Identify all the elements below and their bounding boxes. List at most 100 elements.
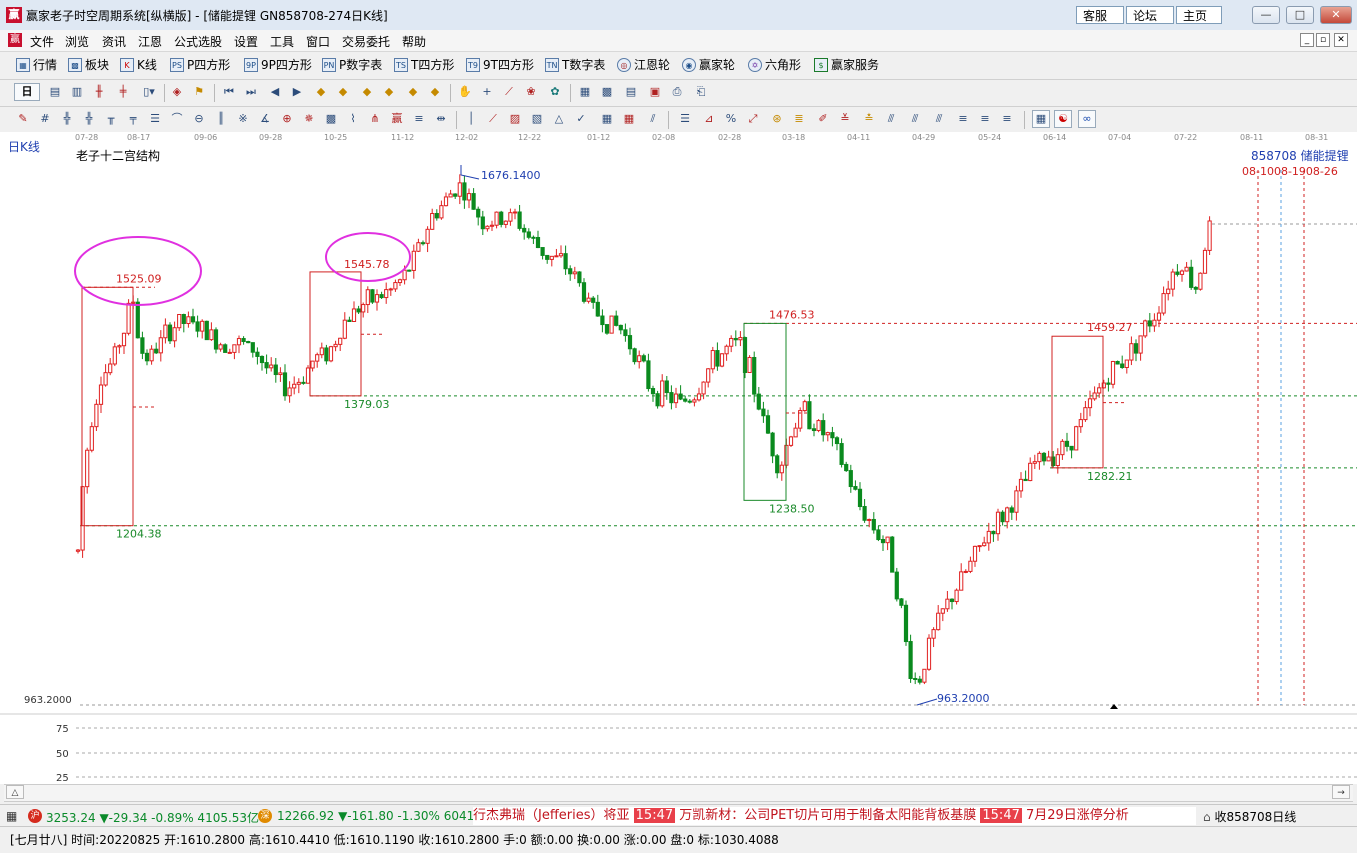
tool-p-table[interactable]: PN P数字表 bbox=[322, 56, 382, 73]
channel-icon[interactable]: ≡ bbox=[410, 110, 428, 128]
square-grid-icon[interactable]: ▩ bbox=[322, 110, 340, 128]
zoom-in-icon[interactable]: ◆ bbox=[312, 83, 330, 101]
calculator-icon[interactable]: ▩ bbox=[598, 83, 616, 101]
forum-link[interactable]: 论坛 bbox=[1126, 6, 1174, 24]
menu-formula-select[interactable]: 公式选股 bbox=[174, 33, 222, 50]
first-bar-icon[interactable]: ⏮ bbox=[220, 83, 238, 101]
shanghai-index-text[interactable]: 3253.24 ▼-29.34 -0.89% 4105.53亿 bbox=[46, 809, 259, 826]
export-icon[interactable]: ⎗ bbox=[692, 83, 710, 101]
tool-kline[interactable]: K K线 bbox=[120, 56, 157, 73]
tool-t-table[interactable]: TN T数字表 bbox=[545, 56, 605, 73]
tool-winner-wheel[interactable]: ◉ 赢家轮 bbox=[682, 56, 735, 73]
grid-toggle-icon[interactable]: ▦ bbox=[1032, 110, 1050, 128]
mdi-restore-button[interactable]: ▫ bbox=[1316, 33, 1330, 47]
menu-trade[interactable]: 交易委托 bbox=[342, 33, 390, 50]
homepage-link[interactable]: 主页 bbox=[1176, 6, 1222, 24]
minimize-button[interactable]: — bbox=[1252, 6, 1280, 24]
zoom-out-icon[interactable]: ◆ bbox=[334, 83, 352, 101]
print-icon[interactable]: ⎙ bbox=[668, 83, 686, 101]
expand-icon[interactable]: ◆ bbox=[404, 83, 422, 101]
wave-icon[interactable]: ⌇ bbox=[344, 110, 362, 128]
chart-icon[interactable]: ▤ bbox=[46, 83, 64, 101]
notes-icon[interactable]: ▤ bbox=[622, 83, 640, 101]
tool-sector[interactable]: ▩ 板块 bbox=[68, 56, 109, 73]
move-up-icon[interactable]: ◆ bbox=[358, 83, 376, 101]
cycle-icon[interactable]: ╤ bbox=[124, 110, 142, 128]
speed-lines-icon[interactable]: ⫻ bbox=[930, 110, 948, 128]
list-icon[interactable]: ☰ bbox=[676, 110, 694, 128]
parallel-lines-icon[interactable]: ⫽ bbox=[644, 110, 662, 128]
document-icon[interactable]: ▥ bbox=[68, 83, 86, 101]
angle-icon[interactable]: ∡ bbox=[256, 110, 274, 128]
gann-lines-icon[interactable]: ⫻ bbox=[906, 110, 924, 128]
menu-help[interactable]: 帮助 bbox=[402, 33, 426, 50]
fib-red-icon[interactable]: ≚ bbox=[836, 110, 854, 128]
tool-winner-service[interactable]: $ 赢家服务 bbox=[814, 56, 879, 73]
steps-icon[interactable]: ≡ bbox=[954, 110, 972, 128]
arc-icon[interactable]: ⌒ bbox=[168, 110, 186, 128]
scroll-right-button[interactable]: → bbox=[1332, 785, 1350, 799]
gold-fib-icon[interactable]: ≛ bbox=[860, 110, 878, 128]
time-zone-icon[interactable]: ╥ bbox=[102, 110, 120, 128]
spiral-icon[interactable]: ※ bbox=[234, 110, 252, 128]
news-ticker[interactable]: 行杰弗瑞（Jefferies）将亚 15:47 万凯新材：公司PET切片可用于制… bbox=[473, 807, 1196, 825]
mdi-minimize-button[interactable]: _ bbox=[1300, 33, 1314, 47]
menu-browse[interactable]: 浏览 bbox=[65, 33, 89, 50]
gold-ratio-icon[interactable]: ⤢ bbox=[744, 110, 762, 128]
menu-window[interactable]: 窗口 bbox=[306, 33, 330, 50]
logo-mark-icon[interactable]: 赢 bbox=[388, 110, 406, 128]
shrink-icon[interactable]: ◆ bbox=[426, 83, 444, 101]
hand-icon[interactable]: ✋ bbox=[456, 83, 474, 101]
check-icon[interactable]: ✓ bbox=[572, 110, 590, 128]
tool-quotes[interactable]: ▦ 行情 bbox=[16, 56, 57, 73]
fan-line-icon[interactable]: ⊿ bbox=[700, 110, 718, 128]
flag-icon[interactable]: ⚑ bbox=[190, 83, 208, 101]
scroll-left-button[interactable]: △ bbox=[6, 785, 24, 799]
grid-line-icon[interactable]: # bbox=[36, 110, 54, 128]
tool-t-square[interactable]: TS T四方形 bbox=[394, 56, 454, 73]
menu-settings[interactable]: 设置 bbox=[234, 33, 258, 50]
tool-9t-square[interactable]: T9 9T四方形 bbox=[466, 56, 534, 73]
close-button[interactable]: ✕ bbox=[1320, 6, 1352, 24]
range-icon[interactable]: ⇹ bbox=[432, 110, 450, 128]
fib-icon[interactable]: ☰ bbox=[146, 110, 164, 128]
kline-view-icon[interactable]: ╫ bbox=[90, 83, 108, 101]
shenzhen-index-text[interactable]: 12266.92 ▼-161.80 -1.30% 6041.8 bbox=[277, 809, 473, 823]
move-down-icon[interactable]: ◆ bbox=[380, 83, 398, 101]
ray-icon[interactable]: ⟋ bbox=[484, 110, 502, 128]
yin-yang-icon[interactable]: ☯ bbox=[1054, 110, 1072, 128]
square-lines-icon[interactable]: ≡ bbox=[998, 110, 1016, 128]
maximize-button[interactable]: □ bbox=[1286, 6, 1314, 24]
save-icon[interactable]: ▣ bbox=[646, 83, 664, 101]
period-dropdown[interactable]: 日 bbox=[14, 83, 40, 101]
next-icon[interactable]: ▶ bbox=[288, 83, 306, 101]
menu-tools[interactable]: 工具 bbox=[270, 33, 294, 50]
menu-file[interactable]: 文件 bbox=[30, 33, 54, 50]
menu-gann[interactable]: 江恩 bbox=[138, 33, 162, 50]
box-icon[interactable]: ▨ bbox=[506, 110, 524, 128]
bar-view-icon[interactable]: ╪ bbox=[114, 83, 132, 101]
infinity-icon[interactable]: ∞ bbox=[1078, 110, 1096, 128]
kline-chart[interactable]: 08-1008-1908-26 1525.09 1204.38 1545.78 1379… bbox=[0, 140, 1357, 784]
circle-icon[interactable]: ⊖ bbox=[190, 110, 208, 128]
gann-fan-icon[interactable]: ╬ bbox=[58, 110, 76, 128]
mdi-close-button[interactable]: ✕ bbox=[1334, 33, 1348, 47]
tool-9p-square[interactable]: 9P 9P四方形 bbox=[244, 56, 312, 73]
menu-news[interactable]: 资讯 bbox=[102, 33, 126, 50]
tool-gann-wheel[interactable]: ◎ 江恩轮 bbox=[617, 56, 670, 73]
parallelogram-icon[interactable]: ▧ bbox=[528, 110, 546, 128]
crosshair-icon[interactable]: + bbox=[478, 83, 496, 101]
tool-hexagon[interactable]: ✡ 六角形 bbox=[748, 56, 801, 73]
table-grid-icon[interactable]: ▦ bbox=[598, 110, 616, 128]
customer-service-link[interactable]: 客服 bbox=[1076, 6, 1124, 24]
matrix-icon[interactable]: ▦ bbox=[620, 110, 638, 128]
pattern-icon[interactable]: ❀ bbox=[522, 83, 540, 101]
list-icon[interactable]: ▦ bbox=[6, 809, 17, 823]
last-bar-icon[interactable]: ⏭ bbox=[242, 83, 260, 101]
calendar-icon[interactable]: ▦ bbox=[576, 83, 594, 101]
percent-icon[interactable]: % bbox=[722, 110, 740, 128]
target-icon[interactable]: ⊕ bbox=[278, 110, 296, 128]
formula-icon[interactable]: ◈ bbox=[168, 83, 186, 101]
wheel-icon[interactable]: ✿ bbox=[546, 83, 564, 101]
bars-icon[interactable]: ║ bbox=[212, 110, 230, 128]
